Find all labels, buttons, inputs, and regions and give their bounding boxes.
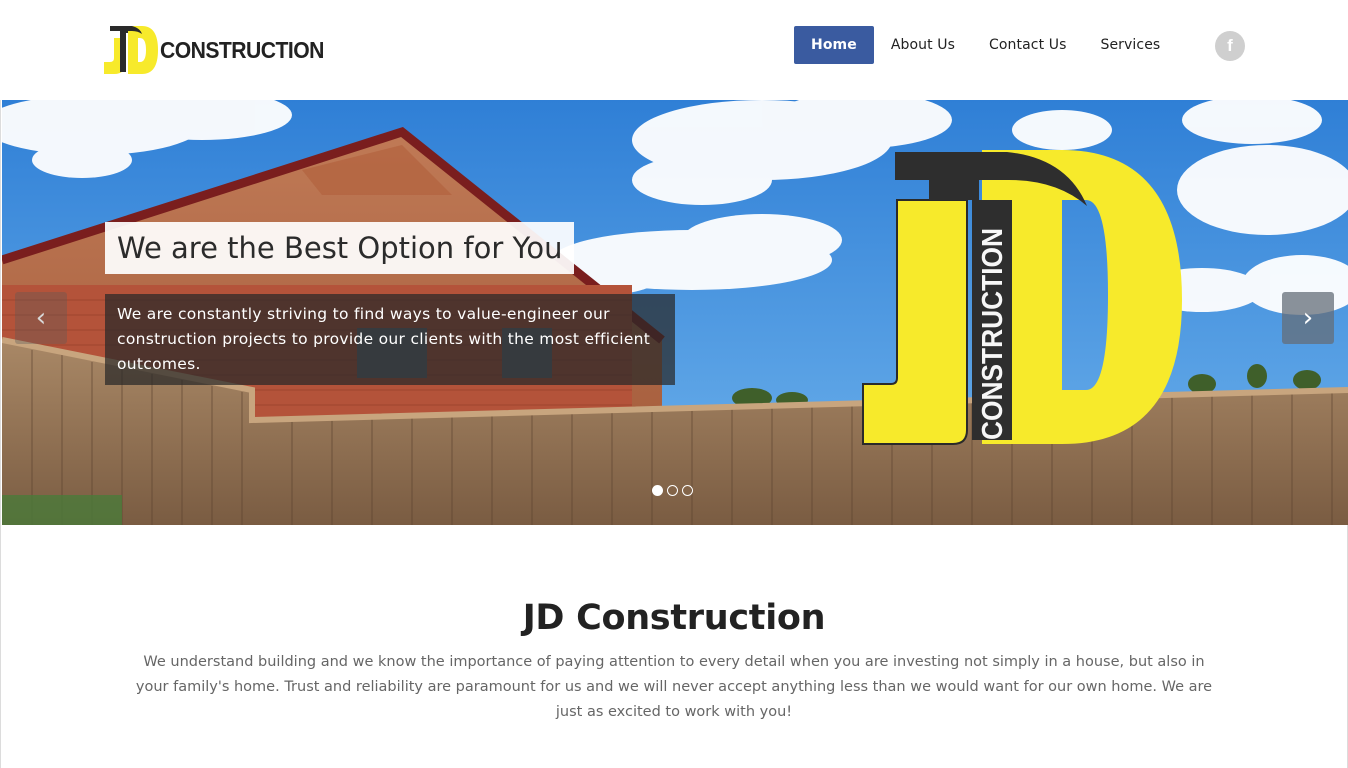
site-logo[interactable]: CONSTRUCTION	[104, 24, 324, 76]
nav-contact-us[interactable]: Contact Us	[972, 26, 1083, 64]
slider-pagination	[652, 485, 693, 496]
slider-next-button[interactable]: ›	[1282, 292, 1334, 344]
chevron-left-icon: ‹	[35, 303, 47, 333]
slide-title: We are the Best Option for You	[105, 222, 575, 274]
logo-wordmark: CONSTRUCTION	[160, 37, 324, 63]
slider-prev-button[interactable]: ‹	[15, 292, 67, 344]
hero-slider: CONSTRUCTION We are the Best Option for …	[2, 100, 1348, 525]
intro-text: We understand building and we know the i…	[135, 654, 1213, 720]
facebook-icon[interactable]: f	[1215, 31, 1245, 61]
slider-dot-3[interactable]	[682, 485, 693, 496]
nav-about-us[interactable]: About Us	[874, 26, 972, 64]
nav-home[interactable]: Home	[794, 26, 874, 64]
slider-dot-2[interactable]	[667, 485, 678, 496]
chevron-right-icon: ›	[1302, 303, 1314, 333]
slider-dot-1[interactable]	[652, 485, 663, 496]
nav-services[interactable]: Services	[1083, 26, 1177, 64]
logo-jd-hammer-icon	[104, 26, 158, 74]
main-nav: Home About Us Contact Us Services	[794, 26, 1177, 64]
slide-text: We are constantly striving to find ways …	[105, 294, 675, 385]
sign-wordmark: CONSTRUCTION	[977, 228, 1009, 440]
sign-vertical-text: CONSTRUCTION	[977, 228, 1009, 440]
intro-title: JD Construction	[522, 598, 826, 638]
site-header: CONSTRUCTION Home About Us Contact Us Se…	[0, 0, 1348, 100]
